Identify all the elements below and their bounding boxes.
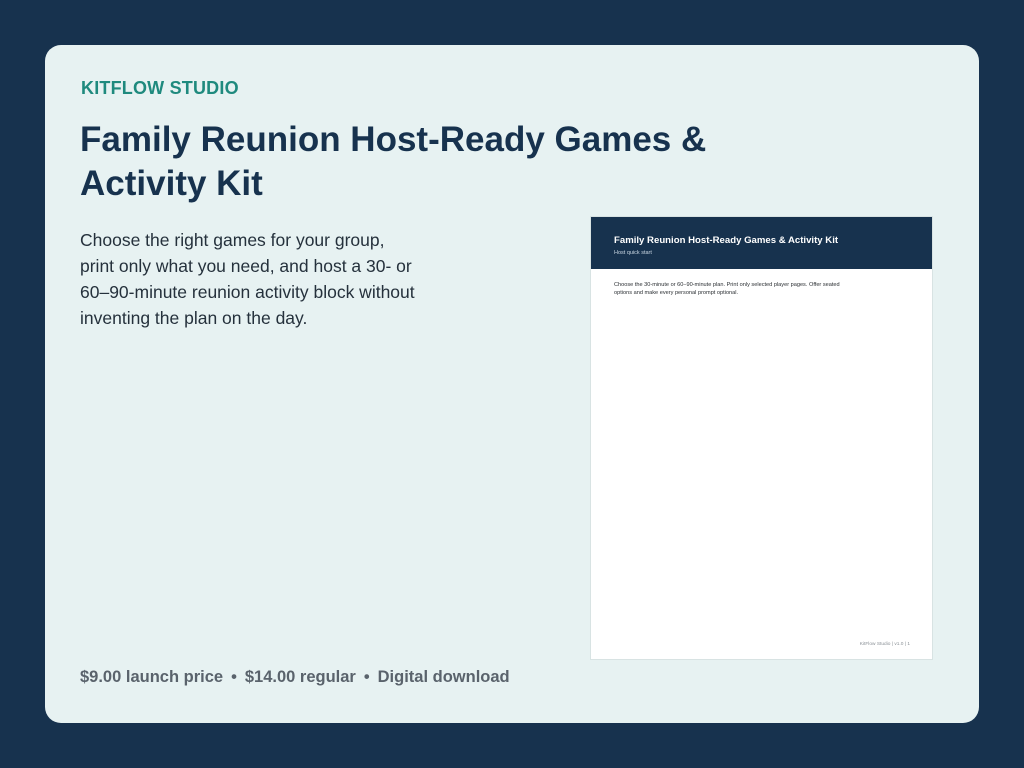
product-card: KITFLOW STUDIO Family Reunion Host-Ready… (45, 45, 979, 723)
pricing-line: $9.00 launch price • $14.00 regular • Digita… (80, 668, 510, 687)
brand-label: KITFLOW STUDIO (81, 78, 239, 98)
product-title: Family Reunion Host-Ready Games & Activi… (80, 120, 707, 203)
pricing-separator: • (363, 668, 370, 686)
document-preview-header: Family Reunion Host-Ready Games & Activi… (591, 217, 932, 269)
document-preview-subtitle: Host quick start (614, 250, 652, 256)
document-preview: Family Reunion Host-Ready Games & Activi… (591, 217, 932, 659)
product-description: Choose the right games for your group, p… (80, 230, 415, 328)
regular-price: $14.00 regular (244, 668, 356, 686)
format-label: Digital download (377, 668, 510, 686)
document-preview-body: Choose the 30-minute or 60–90-minute pla… (614, 282, 840, 296)
document-preview-title: Family Reunion Host-Ready Games & Activi… (614, 235, 839, 246)
pricing-separator: • (231, 668, 237, 686)
document-preview-footer: KitFlow Studio | v1.0 | 1 (859, 642, 910, 647)
launch-price: $9.00 launch price (80, 668, 224, 686)
